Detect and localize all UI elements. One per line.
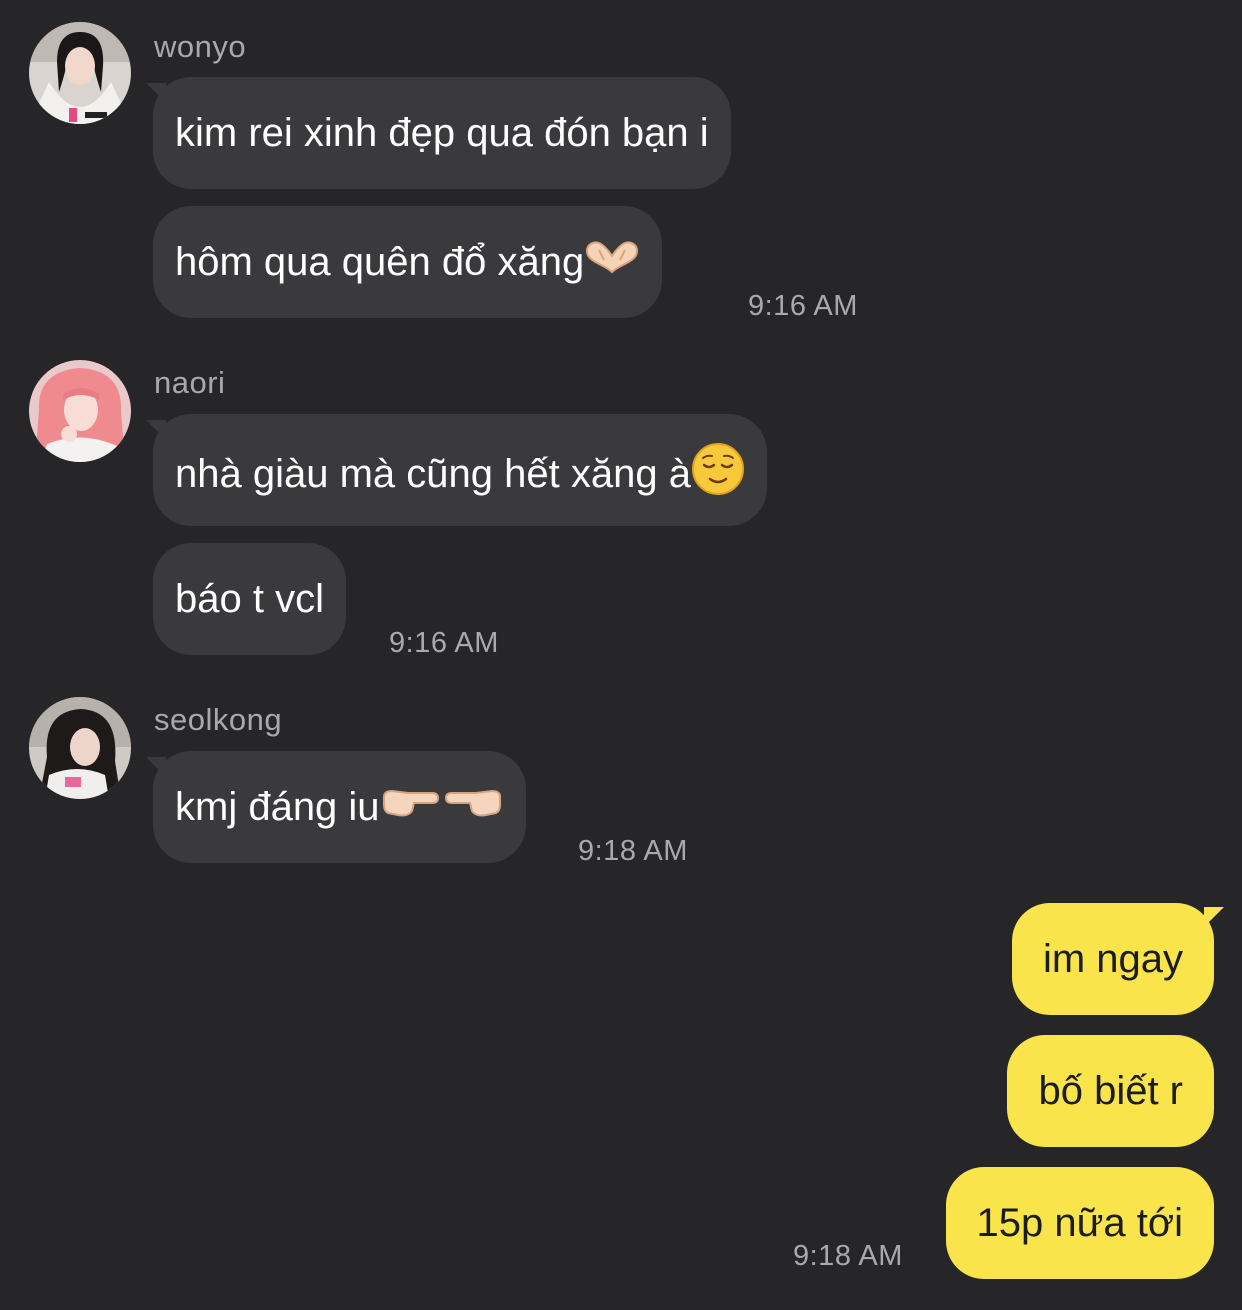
timestamp: 9:18 AM <box>793 1240 903 1272</box>
timestamp: 9:18 AM <box>578 835 688 867</box>
avatar-naori[interactable] <box>29 360 131 462</box>
message-text: 15p nữa tới <box>976 1201 1183 1245</box>
pointing-fingers-emoji-icon <box>380 785 504 826</box>
message-bubble[interactable]: kmj đáng iu <box>153 751 526 863</box>
timestamp: 9:16 AM <box>748 290 858 322</box>
message-bubble-outgoing[interactable]: bố biết r <box>1007 1035 1214 1147</box>
message-text: kmj đáng iu <box>175 785 380 829</box>
message-text: bố biết r <box>1038 1069 1183 1113</box>
message-bubble[interactable]: kim rei xinh đẹp qua đón bạn i <box>153 77 731 189</box>
message-text: im ngay <box>1042 937 1183 981</box>
sender-name-naori: naori <box>154 365 226 400</box>
heart-hands-emoji-icon <box>584 240 640 281</box>
sender-name-seolkong: seolkong <box>154 702 283 737</box>
message-text: báo t vcl <box>175 577 324 621</box>
message-bubble[interactable]: nhà giàu mà cũng hết xăng à <box>153 414 767 526</box>
avatar-seolkong[interactable] <box>29 697 131 799</box>
message-text: hôm qua quên đổ xăng <box>175 240 585 284</box>
message-bubble-outgoing[interactable]: 15p nữa tới <box>945 1167 1214 1279</box>
message-text: kim rei xinh đẹp qua đón bạn i <box>175 111 709 155</box>
timestamp: 9:16 AM <box>389 627 499 659</box>
sender-name-wonyo: wonyo <box>154 29 247 64</box>
message-text: nhà giàu mà cũng hết xăng à <box>175 452 691 497</box>
message-bubble[interactable]: báo t vcl <box>153 543 346 655</box>
message-bubble-outgoing[interactable]: im ngay <box>1011 903 1214 1015</box>
message-bubble[interactable]: hôm qua quên đổ xăng <box>153 206 663 318</box>
avatar-wonyo[interactable] <box>29 22 131 124</box>
relieved-face-emoji-icon <box>691 442 745 503</box>
